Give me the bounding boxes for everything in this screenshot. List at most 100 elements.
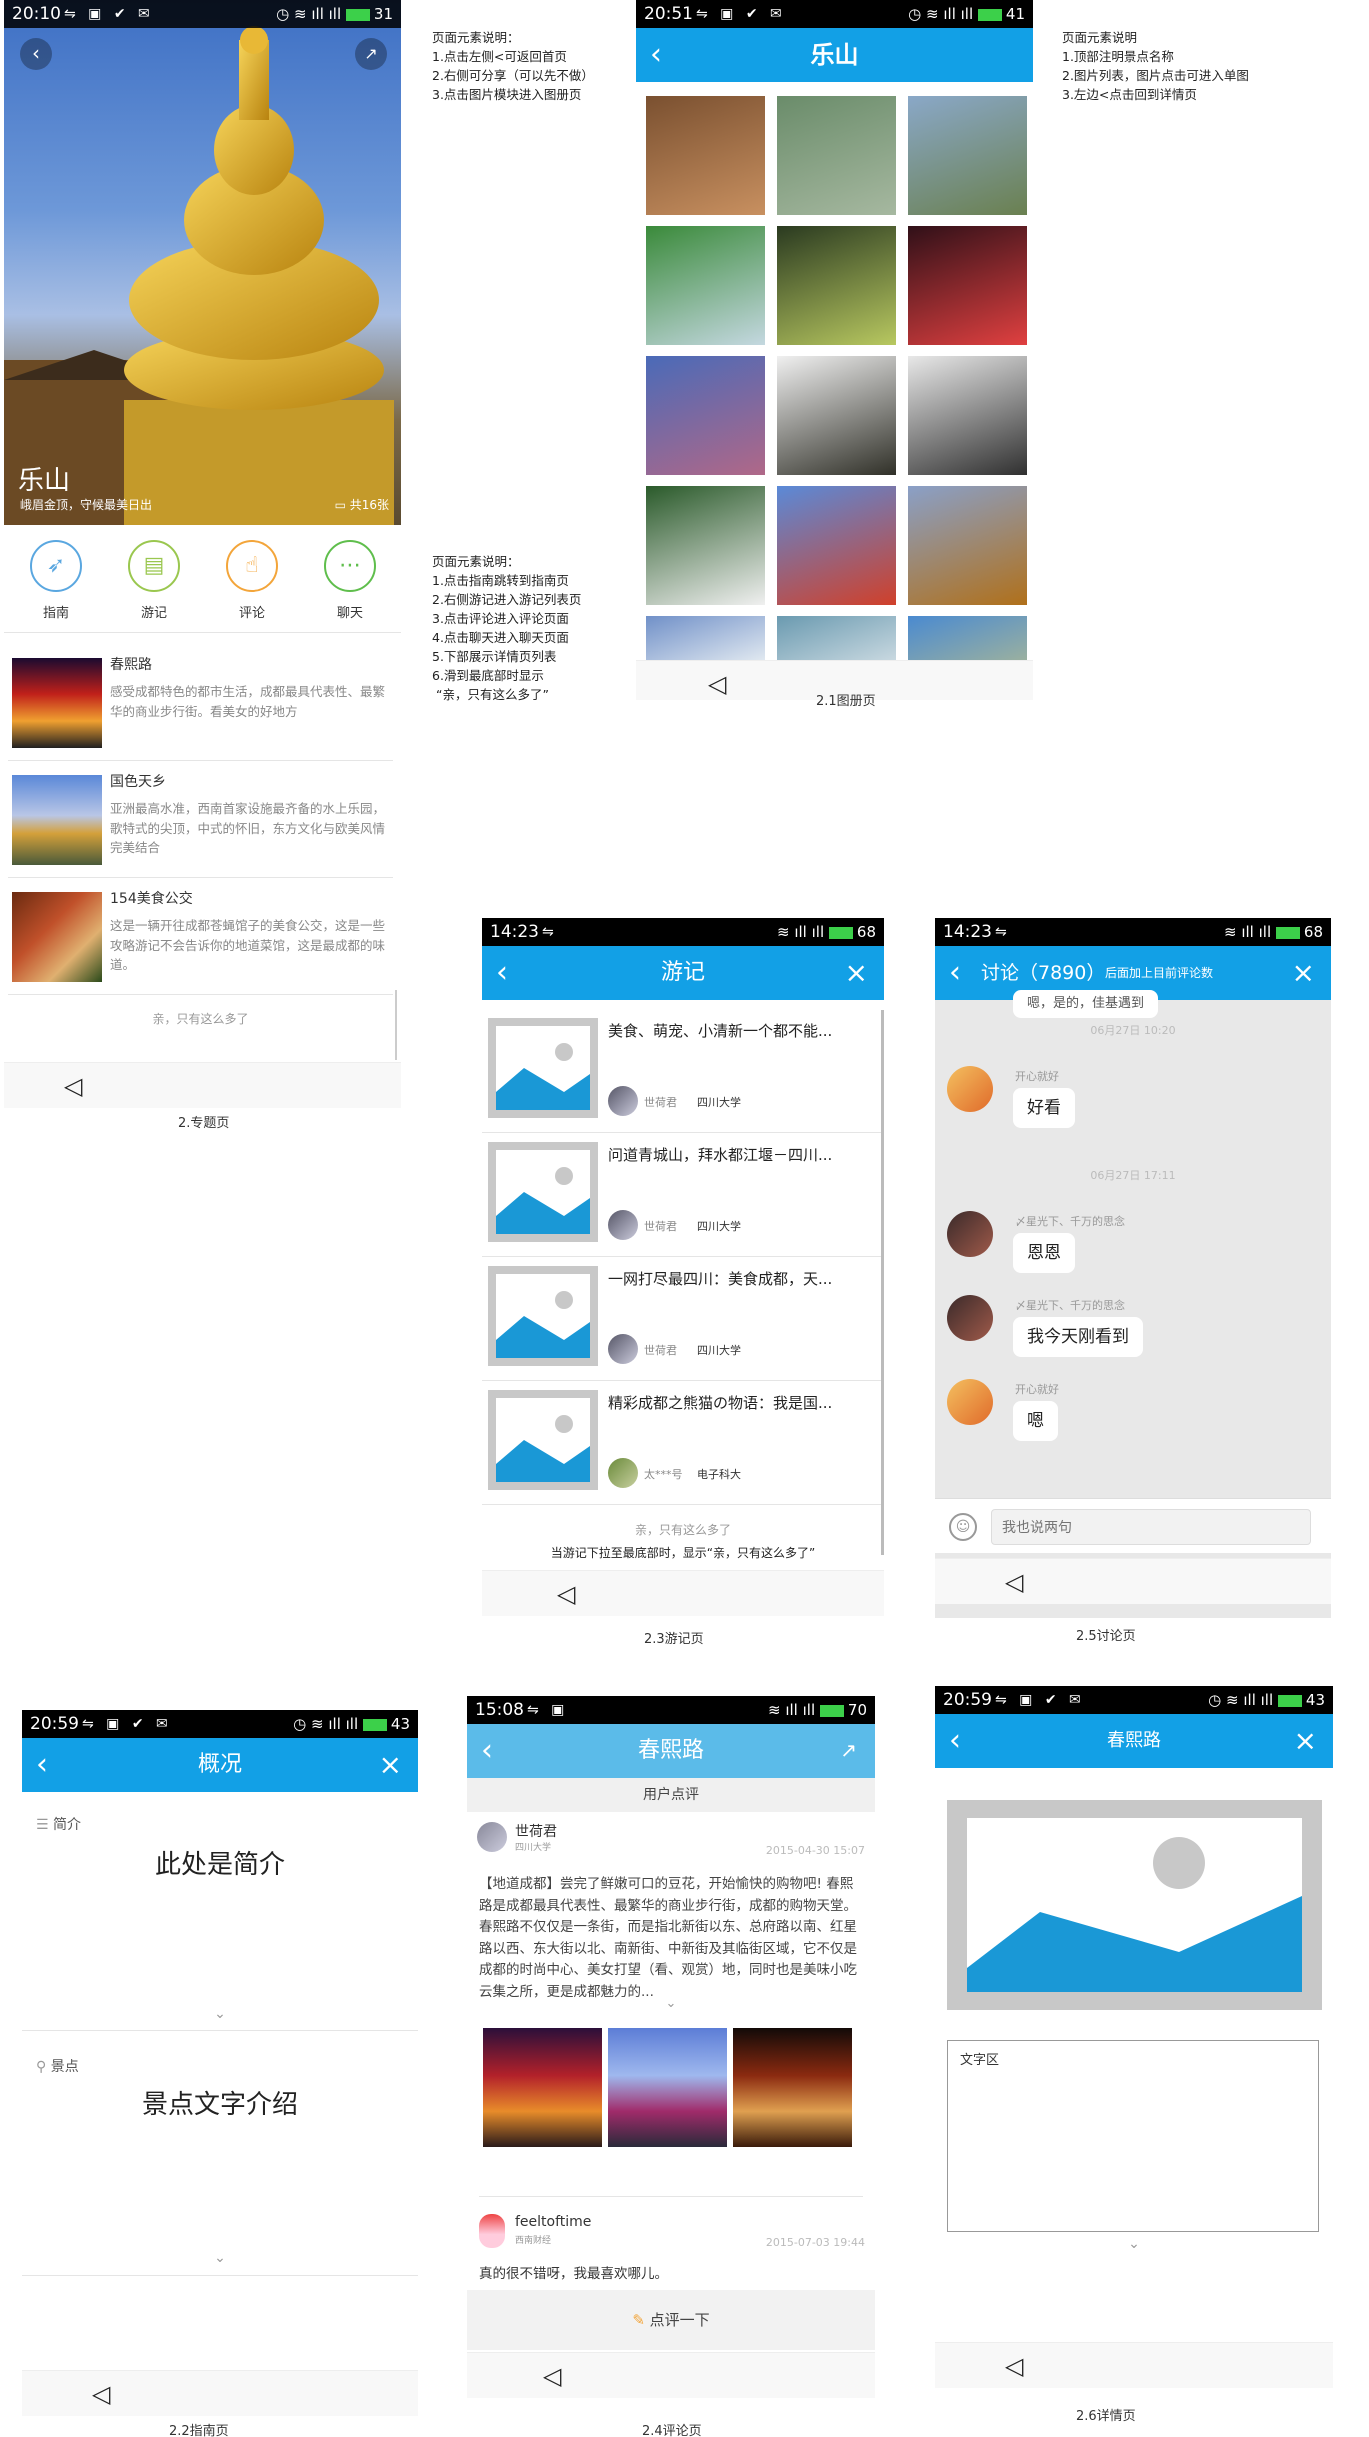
album-photo[interactable] [908,96,1027,215]
list-item[interactable]: 问道青城山，拜水都江堰－四川... 世荷君 四川大学 [482,1134,884,1258]
avatar[interactable] [947,1379,993,1425]
item-thumbnail [12,892,102,982]
list-item[interactable]: 154美食公交 这是一辆开往成都苍蝇馆子的美食公交，这是一些攻略游记不会告诉你的地… [4,886,397,995]
review-button[interactable]: ✎ 点评一下 [467,2290,875,2350]
album-photo[interactable] [777,616,896,660]
review-photo[interactable] [733,2028,852,2147]
back-triangle-icon[interactable]: ◁ [557,1580,575,1608]
album-photo[interactable] [908,226,1027,345]
back-button[interactable]: ‹ [20,38,52,70]
back-button[interactable]: ‹ [949,954,961,992]
list-item[interactable]: 精彩成都之熊猫の物语：我是国... 太***号 电子科大 [482,1382,884,1506]
item-desc: 这是一辆开往成都苍蝇馆子的美食公交，这是一些攻略游记不会告诉你的地道菜馆，这是最… [110,918,386,972]
share-icon[interactable]: ↗ [355,38,387,70]
album-photo[interactable] [908,616,1027,660]
golden-buddha-illustration [4,26,394,525]
compass-icon: ➶ [30,540,82,592]
item-thumbnail [12,658,102,748]
album-photo[interactable] [777,226,896,345]
item-desc: 亚洲最高水准，西南首家设施最齐备的水上乐园，歌特式的尖顶，中式的怀旧，东方文化与… [110,801,386,855]
reviewer-name[interactable]: feeltoftime [515,2214,591,2230]
back-triangle-icon[interactable]: ◁ [1005,1568,1023,1596]
menu-label: 聊天 [336,606,363,621]
status-bar: 20:59 ⇋ ▣ ✔ ✉ ◷ ≋ ıll ıll 43 [22,1710,418,1738]
scenic-body: 景点文字介绍 [141,2090,298,2120]
message-bubble: 嗯 [1013,1401,1058,1441]
close-button[interactable]: × [1292,954,1315,992]
menu-item-1[interactable]: ▤ 游记 [120,540,188,630]
intro-section-label: ☰ 简介 [36,1817,82,1833]
caption-detail: 2.6详情页 [1076,2409,1136,2424]
nav-bar: ◁ [935,2342,1333,2388]
status-bar: 14:23 ⇋ ≋ ıll ıll 68 [935,918,1331,946]
share-icon[interactable]: ↗ [840,1738,857,1762]
expand-chevron-icon[interactable]: ⌄ [935,2236,1333,2252]
menu-item-3[interactable]: ⋯ 聊天 [316,540,384,630]
travel-notes-header: ‹ 游记 × [482,946,884,1000]
note-album: 页面元素说明 1.顶部注明景点名称 2.图片列表，图片点击可进入单图 3.左边<… [1062,30,1249,102]
note-school: 电子科大 [697,1468,741,1481]
caption-discussion: 2.5讨论页 [1076,1629,1136,1644]
list-item[interactable]: 美食、萌宠、小清新一个都不能... 世荷君 四川大学 [482,1010,884,1134]
reviewer-school: 四川大学 [515,1843,552,1853]
review-photo[interactable] [483,2028,602,2147]
sender-name: 开心就好 [1015,1070,1059,1083]
album-photo[interactable] [908,356,1027,475]
end-of-list: 亲，只有这么多了 [152,1012,249,1026]
album-photo[interactable] [777,486,896,605]
nav-bar: ◁ [22,2370,418,2416]
image-placeholder [488,1142,598,1242]
album-photo[interactable] [777,96,896,215]
expand-chevron-icon[interactable]: ⌄ [22,2250,418,2266]
back-triangle-icon[interactable]: ◁ [543,2362,561,2390]
close-button[interactable]: × [1294,1722,1317,1760]
back-triangle-icon[interactable]: ◁ [708,670,726,698]
album-photo[interactable] [908,486,1027,605]
expand-chevron-icon[interactable]: ⌄ [467,1996,875,2011]
item-title: 春熙路 [110,657,152,673]
menu-label: 指南 [42,606,69,621]
user-reviews-tab[interactable]: 用户点评 [467,1778,875,1812]
item-desc: 感受成都特色的都市生活，成都最具代表性、最繁华的商业步行街。看美女的好地方 [110,684,386,719]
review-photo[interactable] [608,2028,727,2147]
note-school: 四川大学 [697,1344,741,1357]
note-author: 太***号 [644,1468,683,1481]
back-triangle-icon[interactable]: ◁ [1005,2352,1023,2380]
pin-icon: ⚲ [36,2059,47,2075]
avatar[interactable] [477,1822,507,1852]
reviewer-name[interactable]: 世荷君 [515,1821,557,1841]
avatar[interactable] [947,1211,993,1257]
list-icon: ☰ [36,1817,49,1833]
message-bubble: 嗯，是的，佳基遇到 [1013,990,1159,1018]
album-photo[interactable] [646,356,765,475]
emoji-icon[interactable]: ☺ [949,1513,977,1541]
list-item[interactable]: 国色天乡 亚洲最高水准，西南首家设施最齐备的水上乐园，歌特式的尖顶，中式的怀旧，东… [4,769,397,878]
list-item[interactable]: 春熙路感受成都特色的都市生活，成都最具代表性、最繁华的商业步行街。看美女的好地方 [4,652,397,761]
note-school: 四川大学 [697,1096,741,1109]
avatar[interactable] [479,2214,505,2248]
menu-item-2[interactable]: ☝ 评论 [218,540,286,630]
album-photo[interactable] [646,486,765,605]
close-button[interactable]: × [379,1746,402,1784]
end-note: 当游记下拉至最底部时，显示“亲，只有这么多了” [550,1546,816,1560]
nav-bar: ◁ [4,1062,401,1108]
list-item[interactable]: 一网打尽最四川：美食成都，天... 世荷君 四川大学 [482,1258,884,1382]
expand-chevron-icon[interactable]: ⌄ [22,2006,418,2022]
album-photo[interactable] [646,616,765,660]
image-placeholder [488,1266,598,1366]
comment-input[interactable] [991,1509,1311,1545]
avatar[interactable] [947,1295,993,1341]
avatar[interactable] [947,1066,993,1112]
image-placeholder[interactable] [947,1800,1322,2010]
chat-icon: ⋯ [324,540,376,592]
menu-item-0[interactable]: ➶ 指南 [22,540,90,630]
back-triangle-icon[interactable]: ◁ [64,1072,82,1100]
message-bubble: 恩恩 [1013,1233,1075,1273]
back-triangle-icon[interactable]: ◁ [92,2380,110,2408]
comments-header: ‹ 春熙路 ↗ [467,1724,875,1778]
album-photo[interactable] [777,356,896,475]
album-photo[interactable] [646,226,765,345]
album-photo[interactable] [646,96,765,215]
hero-image[interactable]: ‹ ↗ 乐山 峨眉金顶，守候最美日出 ▭ 共16张 [4,0,401,525]
close-button[interactable]: × [845,954,868,992]
